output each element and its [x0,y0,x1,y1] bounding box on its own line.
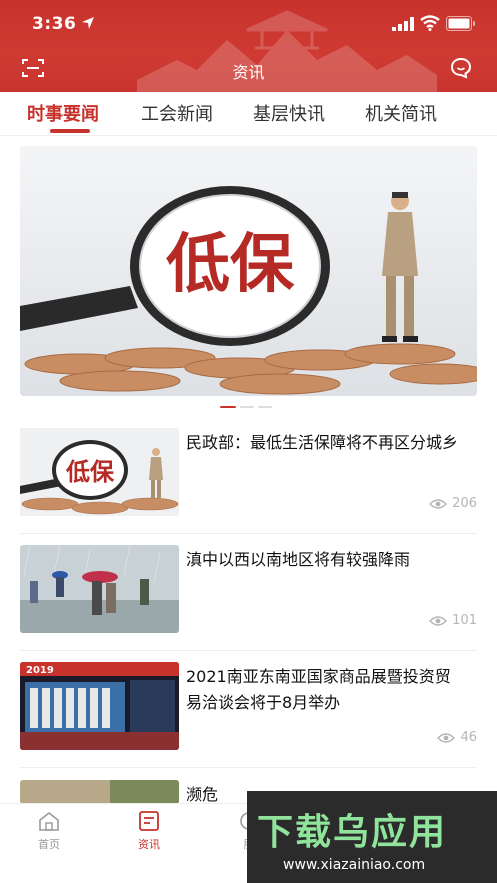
eye-icon [429,498,448,509]
news-title: 民政部：最低生活保障将不再区分城乡 [186,433,459,452]
news-title: 滇中以西以南地区将有较强降雨 [186,550,411,569]
view-count: 101 [429,613,477,628]
nav-news-label: 资讯 [138,838,160,851]
nav-news[interactable]: 资讯 [119,810,179,852]
category-tabs: 时事要闻 工会新闻 基层快讯 机关简讯 [0,92,497,136]
watermark-url: www.xiazainiao.com [283,857,426,873]
divider [20,767,477,768]
news-thumbnail [20,780,179,804]
page-title: 资讯 [232,63,265,82]
status-time: 3:36 [32,14,77,34]
news-item[interactable]: 2019 2021南亚东南亚国家商品展暨投资贸易洽谈会将于8月举办 46 [20,662,477,762]
news-item[interactable]: 低保 民政部：最低生活保障将不再区分城乡 206 [20,428,477,528]
tab-current-affairs[interactable]: 时事要闻 [27,100,99,126]
view-count-value: 101 [452,613,477,628]
news-icon [139,811,159,831]
active-tab-indicator [50,129,90,133]
news-thumbnail [20,545,179,633]
divider [20,533,477,534]
cellular-signal-icon [392,17,414,31]
tab-agency-briefs[interactable]: 机关简讯 [365,100,437,126]
status-bar: 3:36 [0,0,497,46]
view-count: 46 [437,730,477,745]
banner-image: 低保 [20,146,477,396]
news-title: 2021南亚东南亚国家商品展暨投资贸易洽谈会将于8月举办 [186,667,451,712]
news-thumbnail-text: 2019 [26,665,54,676]
nav-home-label: 首页 [38,838,60,851]
carousel-dot [258,406,272,408]
news-thumbnail-text: 低保 [65,458,115,486]
home-icon [39,811,59,831]
location-arrow-icon [82,17,94,29]
news-thumbnail: 2019 [20,662,179,750]
banner-carousel[interactable]: 低保 [20,146,477,396]
news-item[interactable]: 滇中以西以南地区将有较强降雨 101 [20,545,477,645]
nav-bar: 资讯 [0,50,497,88]
watermark-banner: 下载乌应用 www.xiazainiao.com [247,791,497,883]
watermark-title: 下载乌应用 [257,812,448,853]
divider [20,650,477,651]
tab-grassroots-news[interactable]: 基层快讯 [253,100,325,126]
banner-image-text: 低保 [166,228,295,302]
eye-icon [437,732,456,743]
carousel-indicator [220,406,280,410]
view-count-value: 206 [452,496,477,511]
carousel-dot [240,406,254,408]
view-count-value: 46 [460,730,477,745]
news-thumbnail: 低保 [20,428,179,516]
wifi-icon [420,15,440,31]
carousel-dot-active [220,406,236,408]
view-count: 206 [429,496,477,511]
battery-icon [446,16,475,31]
eye-icon [429,615,448,626]
tab-union-news[interactable]: 工会新闻 [141,100,213,126]
app-header: 3:36 资讯 [0,0,497,92]
message-icon[interactable] [450,57,472,79]
nav-home[interactable]: 首页 [19,810,79,852]
